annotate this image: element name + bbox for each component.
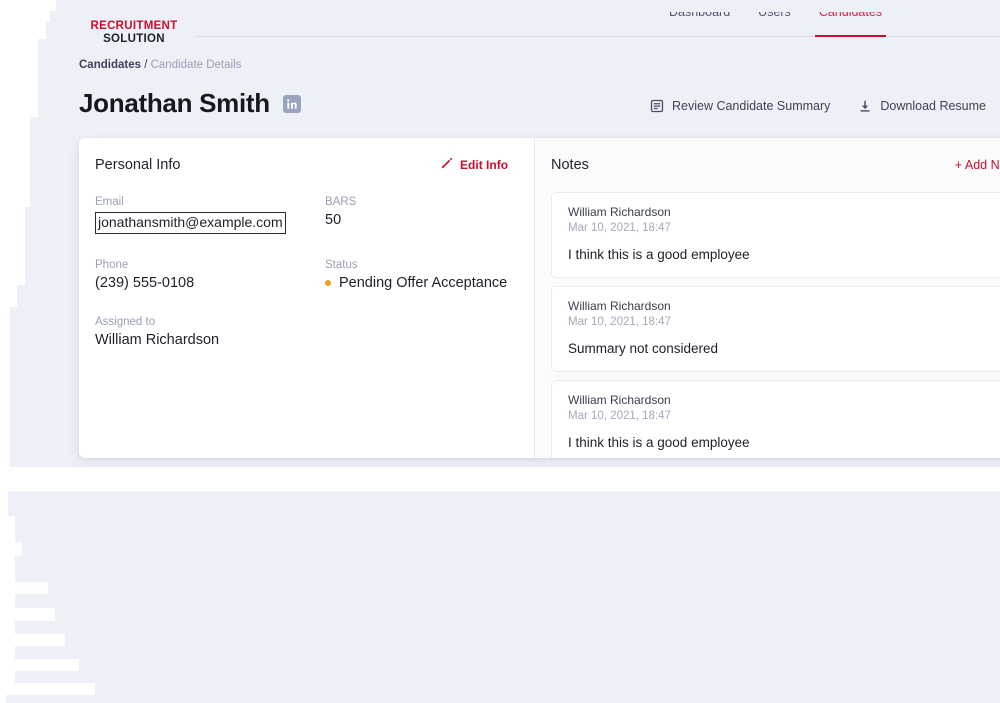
render-artifact [0,608,55,621]
field-bars-label: BARS [325,196,357,208]
nav-clip-mask [640,0,1000,12]
field-assigned-to-label: Assigned to [95,315,156,328]
download-resume-button[interactable]: Download Resume [844,99,1000,113]
render-artifact [0,0,56,11]
field-bars: BARS 50 [325,196,510,234]
note-author: William Richardson [568,205,671,219]
breadcrumb: Candidates / Candidate Details [79,59,241,71]
note-card[interactable]: William Richardson Mar 10, 2021, 18:47 I… [551,380,1000,458]
notes-header: Notes + Add Note [551,157,1000,173]
render-artifact [0,621,15,634]
render-artifact [0,594,15,608]
notes-panel: Notes + Add Note William Richardson Mar … [535,138,1000,458]
field-spacer [325,316,510,348]
notes-title: Notes [551,157,589,173]
field-phone-label: Phone [95,258,129,271]
note-card[interactable]: William Richardson Mar 10, 2021, 18:47 S… [551,286,1000,372]
render-artifact [0,556,15,582]
field-phone-value: (239) 555-0108 [95,274,195,291]
add-note-button[interactable]: + Add Note [955,158,1000,172]
breadcrumb-separator: / [144,59,148,71]
note-date: Mar 10, 2021, 18:47 [568,222,671,234]
field-status-value: Pending Offer Acceptance [339,274,508,291]
page-actions: Review Candidate Summary Download Resume [636,99,1000,113]
personal-info-fields: Email jonathansmith@example.com BARS 50 … [95,196,510,348]
notes-list: William Richardson Mar 10, 2021, 18:47 I… [551,192,1000,458]
document-summary-icon [650,99,664,113]
render-artifact [0,659,79,671]
note-body: I think this is a good employee [568,435,750,450]
download-icon [858,99,872,113]
personal-info-header: Personal Info Edit Info [95,157,510,173]
candidate-detail-card: Personal Info Edit Info Email jonathansm… [79,138,1000,458]
field-status: Status Pending Offer Acceptance [325,259,510,291]
field-email: Email jonathansmith@example.com [95,196,325,234]
page-title: Jonathan Smith [79,88,270,118]
render-artifact [0,307,10,467]
email-input[interactable]: jonathansmith@example.com [95,212,286,234]
breadcrumb-current: Candidate Details [150,59,242,71]
render-artifact [0,207,25,285]
breadcrumb-parent[interactable]: Candidates [79,59,141,71]
page-title-row: Jonathan Smith [79,88,301,119]
note-body: Summary not considered [568,341,719,356]
field-phone: Phone (239) 555-0108 [95,259,325,291]
note-author: William Richardson [568,299,671,313]
render-artifact [0,11,50,22]
edit-info-label: Edit Info [460,158,509,172]
note-date: Mar 10, 2021, 18:47 [568,410,671,422]
render-artifact [0,634,65,646]
status-dot-icon [325,279,331,286]
field-assigned-to: Assigned to William Richardson [95,316,325,348]
render-artifact [0,22,46,39]
personal-info-title: Personal Info [95,157,181,173]
render-artifact [0,39,38,117]
review-candidate-summary-label: Review Candidate Summary [671,99,831,113]
note-date: Mar 10, 2021, 18:47 [568,316,671,328]
pencil-icon [440,157,453,173]
field-assigned-to-value: William Richardson [95,331,220,348]
brand-logo-line2: SOLUTION [103,33,165,46]
personal-info-panel: Personal Info Edit Info Email jonathansm… [79,138,535,458]
linkedin-icon[interactable] [282,94,301,113]
field-status-label: Status [325,258,358,271]
render-artifact [0,516,15,542]
render-artifact [0,683,95,695]
review-candidate-summary-button[interactable]: Review Candidate Summary [636,99,844,113]
render-artifact [0,671,15,683]
render-artifact [0,582,48,594]
note-body: I think this is a good employee [568,247,750,262]
render-artifact [0,542,22,556]
render-artifact [0,117,30,207]
brand-logo-line1: RECRUITMENT [90,20,178,32]
note-card[interactable]: William Richardson Mar 10, 2021, 18:47 I… [551,192,1000,278]
render-artifact [0,491,8,516]
render-artifact [0,695,6,703]
download-resume-label: Download Resume [880,99,986,113]
edit-info-button[interactable]: Edit Info [440,157,508,173]
candidate-details-page: RECRUITMENT SOLUTION Dashboard Users Can… [0,0,1000,703]
render-artifact [0,467,1000,491]
brand-logo[interactable]: RECRUITMENT SOLUTION [79,20,189,46]
render-artifact [0,646,15,659]
field-bars-value: 50 [325,212,342,228]
note-author: William Richardson [568,393,671,407]
field-email-label: Email [95,196,124,208]
status-badge: Pending Offer Acceptance [325,275,510,291]
render-artifact [0,285,17,307]
